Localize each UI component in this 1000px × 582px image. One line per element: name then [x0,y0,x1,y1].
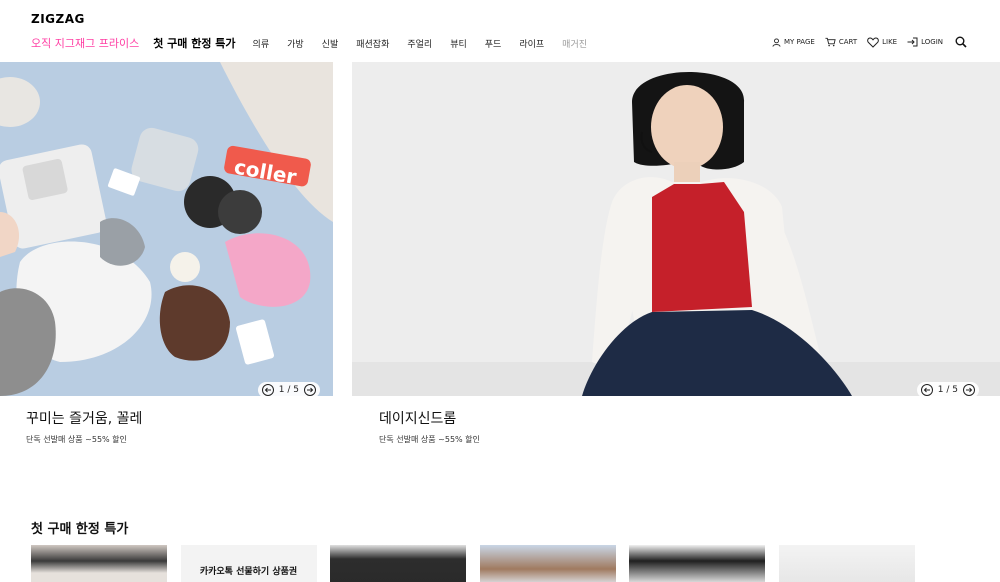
product-card[interactable] [330,545,466,582]
banner-illustration-model [352,62,1000,396]
nav-item-bags[interactable]: 가방 [287,37,304,50]
nav-item-jewelry[interactable]: 주얼리 [407,37,432,50]
product-row: 카카오톡 선물하기 상품권 [31,545,928,582]
prev-arrow-icon[interactable] [920,384,933,396]
nav-item-first-purchase[interactable]: 첫 구매 한정 특가 [153,35,235,51]
banner-2-pager: 1 / 5 [916,382,979,396]
login-link[interactable]: LOGIN [907,37,943,47]
search-icon [955,36,967,48]
utility-menu: MY PAGE CART LIKE LOGIN [762,36,970,48]
banner-image-model[interactable]: 1 / 5 [352,62,1000,396]
nav-item-accessories[interactable]: 패션잡화 [356,37,389,50]
site-header: ZIGZAG 오직 지그재그 프라이스 첫 구매 한정 특가 의류 가방 신발 … [0,0,1000,62]
page-indicator: 1 / 5 [278,385,299,395]
like-link[interactable]: LIKE [867,36,898,48]
nav-item-shoes[interactable]: 신발 [322,37,339,50]
like-label: LIKE [882,38,898,46]
cart-link[interactable]: CART [825,37,857,47]
next-arrow-icon[interactable] [963,384,975,396]
prev-arrow-icon[interactable] [261,384,274,396]
logo[interactable]: ZIGZAG [31,12,85,26]
product-card[interactable] [479,545,616,582]
nav-item-magazine[interactable]: 매거진 [562,37,587,50]
heart-icon [867,36,879,48]
nav-item-life[interactable]: 라이프 [519,37,544,50]
section-title: 첫 구매 한정 특가 [31,522,129,537]
banner-card-2[interactable]: 1 / 5 데이지신드롬 단독 선발매 상품 ~55% 할인 [352,62,1000,445]
product-card[interactable] [629,545,765,582]
banner-subtitle: 단독 선발매 상품 ~55% 할인 [379,435,480,444]
cart-icon [825,37,836,47]
banner-title[interactable]: 꾸미는 즐거움, 꼴레 [26,408,333,428]
login-icon [907,37,918,47]
banner-image-accessories[interactable]: coller 1 / 5 [0,62,333,396]
nav-item-zigzag-price[interactable]: 오직 지그재그 프라이스 [31,35,139,51]
product-card[interactable] [778,545,915,582]
nav-item-beauty[interactable]: 뷰티 [450,37,467,50]
next-arrow-icon[interactable] [304,384,316,396]
user-icon [772,37,781,47]
login-label: LOGIN [921,38,943,46]
banner-illustration-keyrings: coller [0,62,333,396]
mypage-label: MY PAGE [783,38,815,46]
banner-title[interactable]: 데이지신드롬 [379,408,1000,428]
banner-subtitle: 단독 선발매 상품 ~55% 할인 [26,435,127,444]
cart-label: CART [838,38,858,46]
search-button[interactable] [955,36,970,48]
banner-1-pager: 1 / 5 [257,382,320,396]
product-card[interactable] [31,545,167,582]
banner-card-1[interactable]: coller 1 / 5 꾸미는 즐거움, 꼴레 단독 선발매 상품 ~55% … [0,62,333,445]
page-indicator: 1 / 5 [937,385,958,395]
voucher-label: 카카오톡 선물하기 상품권 [199,566,298,577]
nav-item-clothing[interactable]: 의류 [253,37,270,50]
nav-item-food[interactable]: 푸드 [485,37,502,50]
main-nav: 오직 지그재그 프라이스 첫 구매 한정 특가 의류 가방 신발 패션잡화 주얼… [31,35,605,51]
product-card-voucher[interactable]: 카카오톡 선물하기 상품권 [180,545,317,582]
mypage-link[interactable]: MY PAGE [772,37,815,47]
